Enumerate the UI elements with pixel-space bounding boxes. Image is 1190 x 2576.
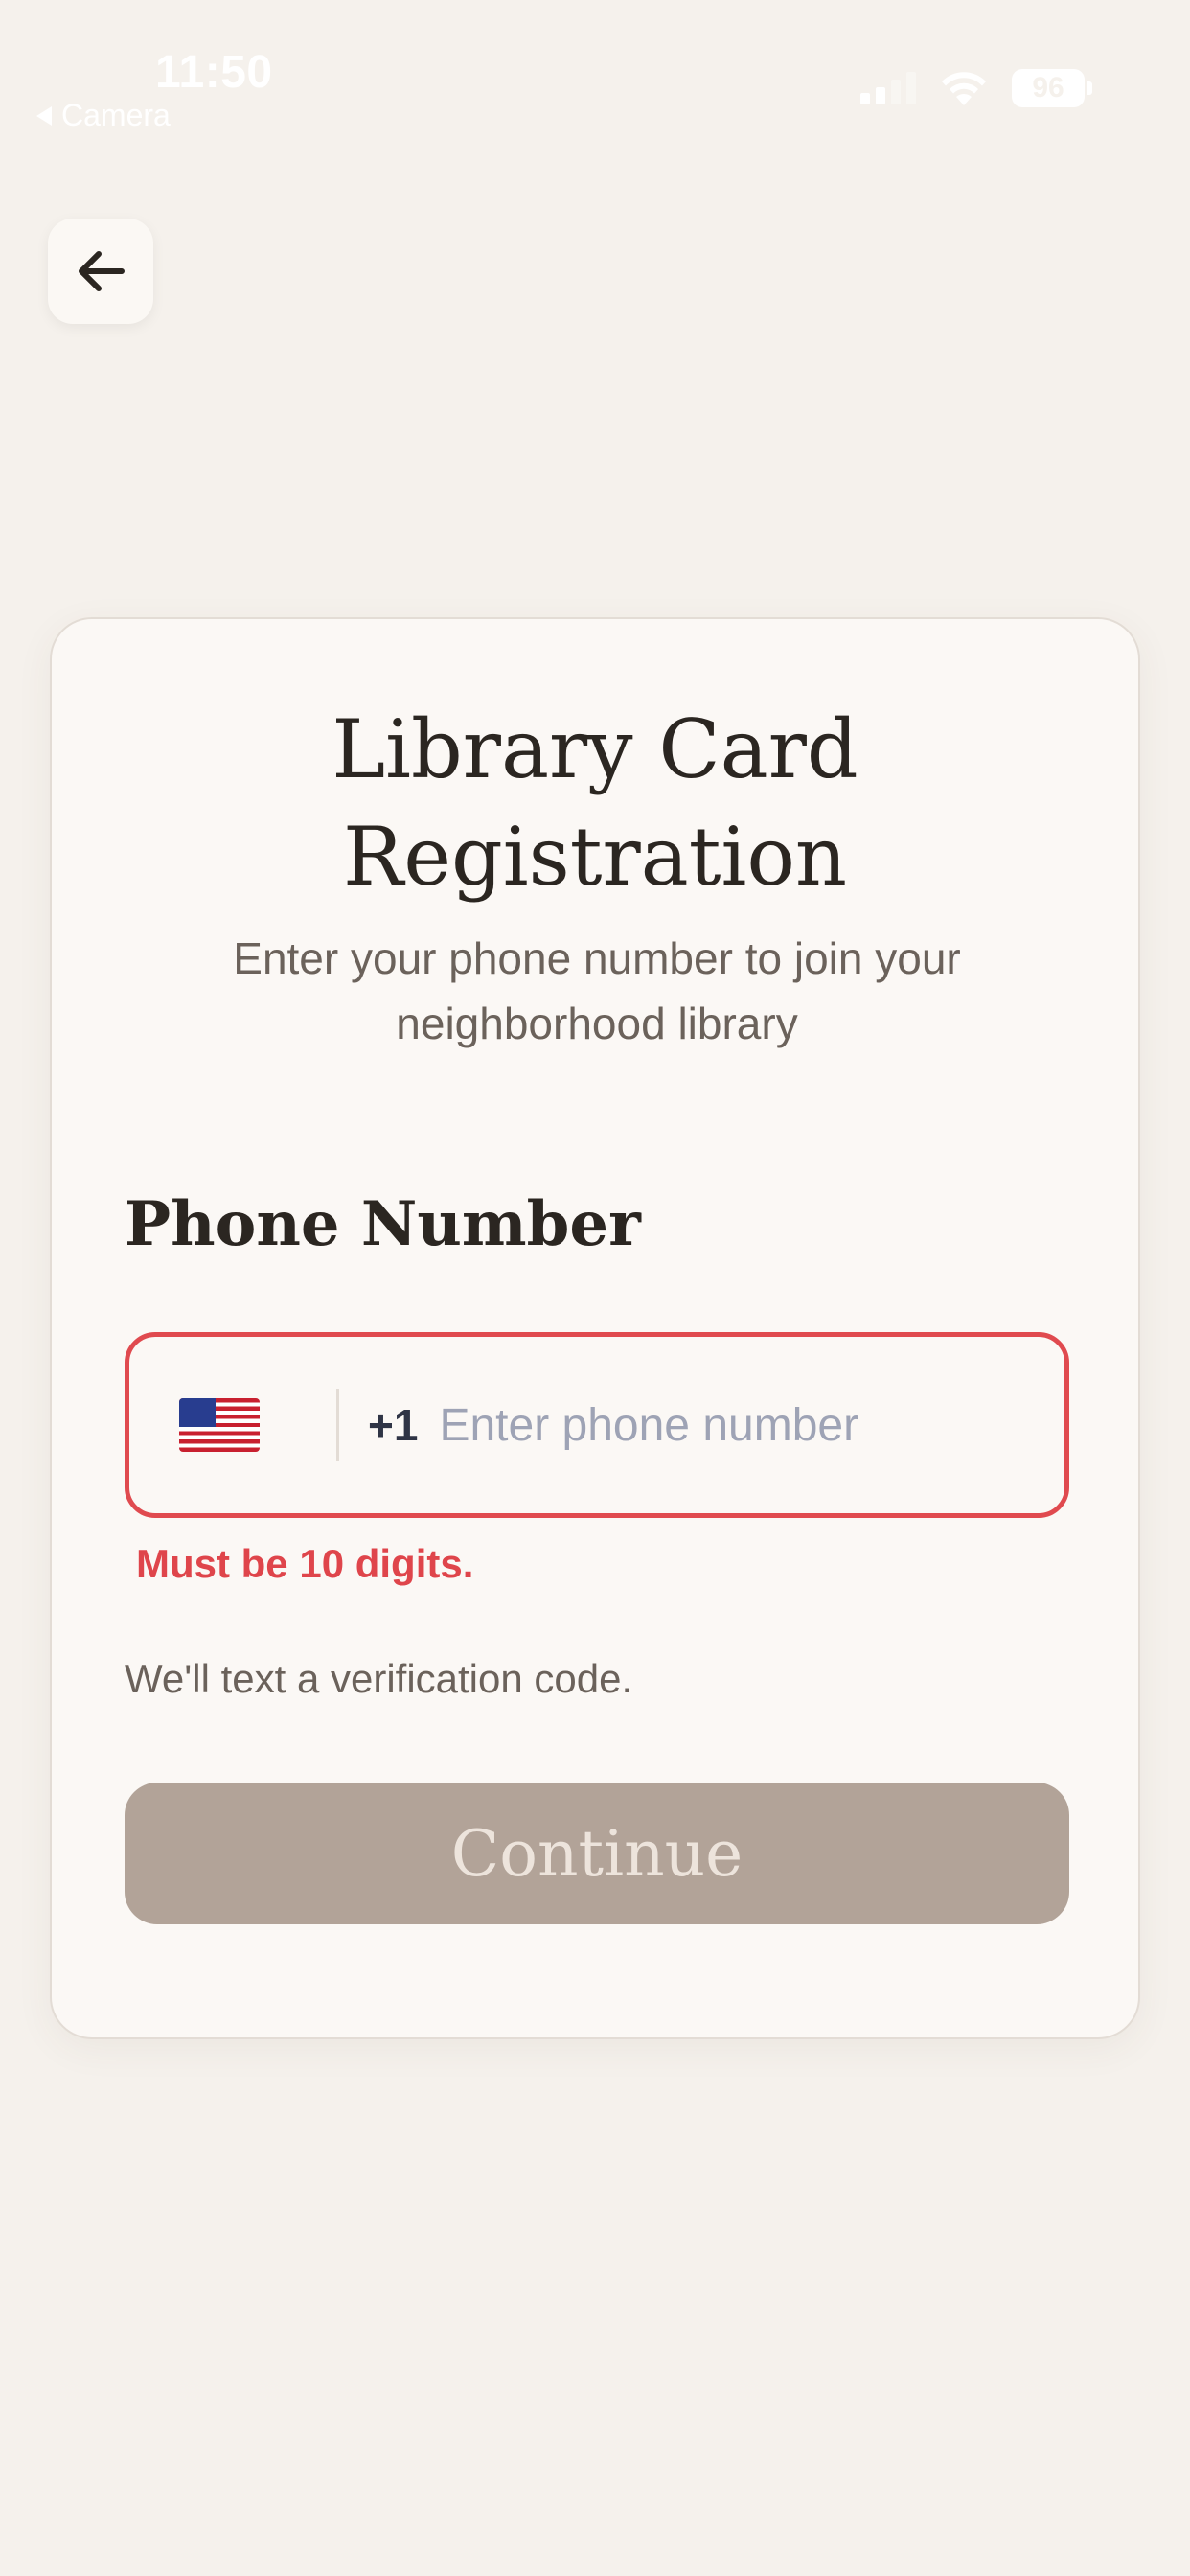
field-divider bbox=[336, 1389, 339, 1461]
verification-helper-text: We'll text a verification code. bbox=[125, 1656, 633, 1701]
status-icons: 96 bbox=[860, 69, 1092, 107]
phone-number-input[interactable] bbox=[439, 1398, 976, 1452]
title-line-1: Library Card bbox=[332, 702, 858, 796]
page-title: Library Card Registration bbox=[52, 696, 1138, 910]
title-line-2: Registration bbox=[343, 810, 847, 904]
back-app-label: Camera bbox=[61, 98, 171, 132]
battery-indicator: 96 bbox=[1012, 69, 1092, 107]
back-to-app-link[interactable]: Camera bbox=[36, 98, 171, 133]
registration-card: Library Card Registration Enter your pho… bbox=[50, 617, 1140, 2039]
us-flag-icon[interactable] bbox=[179, 1398, 260, 1452]
page-subtitle: Enter your phone number to join your nei… bbox=[233, 933, 961, 1048]
status-bar: 11:50 Camera 96 bbox=[0, 0, 1190, 144]
wifi-icon bbox=[942, 72, 986, 105]
country-code: +1 bbox=[368, 1400, 419, 1450]
arrow-left-icon bbox=[79, 251, 125, 291]
phone-number-label: Phone Number bbox=[125, 1188, 641, 1260]
back-triangle-icon bbox=[36, 105, 52, 126]
phone-number-field[interactable]: +1 bbox=[125, 1332, 1069, 1518]
cellular-signal-icon bbox=[860, 72, 916, 104]
status-time: 11:50 bbox=[155, 47, 273, 98]
back-button[interactable] bbox=[48, 218, 153, 324]
continue-button[interactable]: Continue bbox=[125, 1782, 1069, 1924]
phone-error-message: Must be 10 digits. bbox=[136, 1541, 474, 1586]
